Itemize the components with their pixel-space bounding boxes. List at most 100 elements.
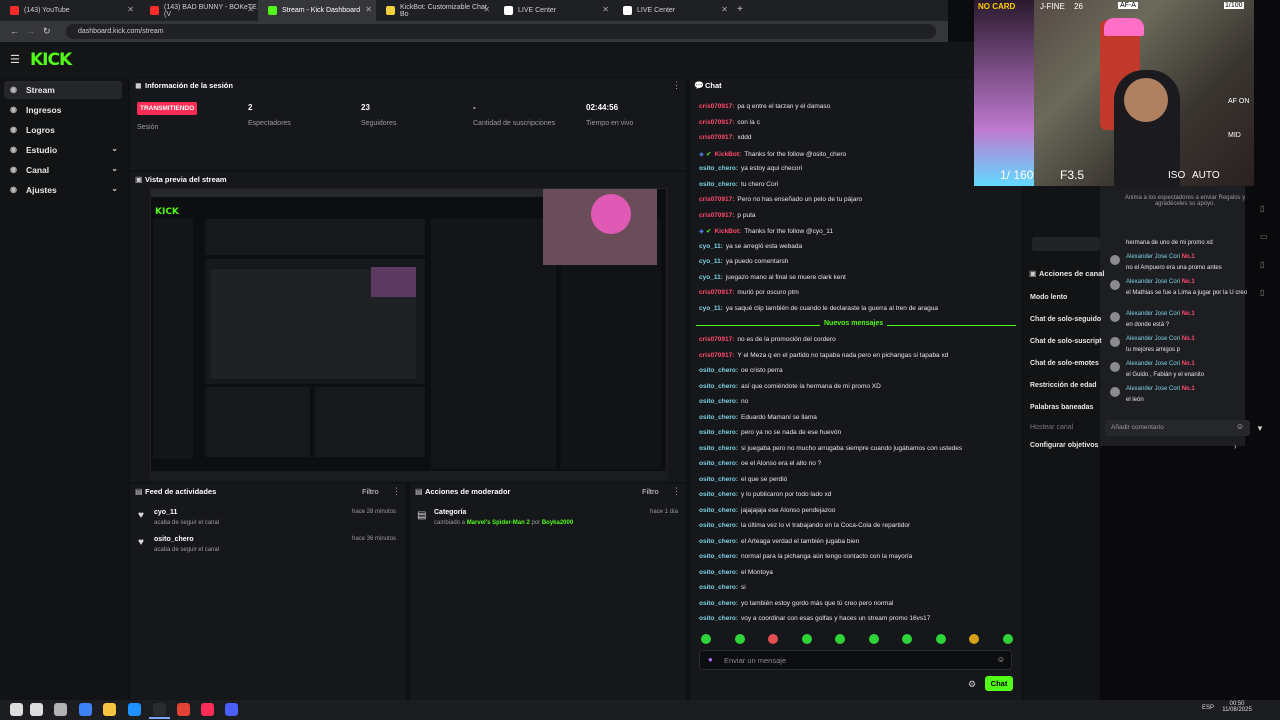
chat-username[interactable]: cyo_11: (699, 258, 723, 265)
emote-icon[interactable] (969, 634, 979, 644)
close-icon[interactable]: ✕ (721, 5, 728, 14)
emote-icon[interactable] (868, 634, 879, 644)
search-icon[interactable] (30, 703, 43, 716)
menu-icon[interactable]: ☰ (10, 53, 20, 66)
activity-user[interactable]: cyo_11 (154, 509, 177, 516)
chat-username[interactable]: osito_chero: (699, 398, 738, 405)
channel-action[interactable]: Palabras baneadas (1030, 404, 1093, 411)
chat-username[interactable]: cris070917: (699, 352, 734, 359)
emoji-icon[interactable]: ☺ (997, 655, 1005, 664)
emote-icon[interactable] (835, 634, 845, 644)
channel-action[interactable]: Modo lento (1030, 294, 1067, 301)
chat-username[interactable]: osito_chero: (699, 615, 738, 622)
sidebar-item-ingresos[interactable]: ◉ Ingresos (4, 101, 122, 119)
emote-icon[interactable] (701, 634, 711, 644)
sidebar-item-estudio[interactable]: ◉ Estudio ⌄ (4, 141, 122, 159)
url-input[interactable]: dashboard.kick.com/stream (66, 24, 936, 39)
emote-icon[interactable] (734, 634, 745, 644)
language-indicator[interactable]: ESP (1202, 705, 1214, 711)
close-icon[interactable]: ✕ (247, 5, 254, 14)
chat-username[interactable]: osito_chero: (699, 460, 738, 467)
new-tab-icon[interactable]: + (737, 4, 743, 15)
emote-icon[interactable] (801, 634, 812, 644)
chat-username[interactable]: osito_chero: (699, 476, 738, 483)
emote-icon[interactable] (768, 634, 778, 644)
overlay-user[interactable]: Alexander Jose Cori (1126, 254, 1180, 260)
overlay-user[interactable]: Alexander Jose Cori (1126, 279, 1180, 285)
mic-icon[interactable]: ● (708, 655, 713, 664)
chat-username[interactable]: osito_chero: (699, 491, 738, 498)
clock[interactable]: 00:50 11/08/2025 (1222, 701, 1252, 713)
chat-username[interactable]: osito_chero: (699, 553, 738, 560)
mod-filter-button[interactable]: Filtro (642, 487, 659, 496)
tool-icon[interactable]: ▯ (1260, 288, 1264, 297)
comment-input[interactable]: Añadir comentario ☺ (1105, 420, 1250, 436)
channel-action[interactable]: Configurar objetivos (1030, 442, 1098, 449)
chat-username[interactable]: cris070917: (699, 103, 734, 110)
chat-username[interactable]: cris070917: (699, 336, 734, 343)
chat-username[interactable]: cyo_11: (699, 274, 723, 281)
chat-username[interactable]: osito_chero: (699, 165, 738, 172)
activity-filter-button[interactable]: Filtro (362, 487, 379, 496)
back-icon[interactable]: ← (10, 26, 19, 36)
chat-username[interactable]: osito_chero: (699, 507, 738, 514)
reload-icon[interactable]: ↻ (43, 26, 51, 37)
channel-action[interactable]: Restricción de edad (1030, 382, 1097, 389)
chat-username[interactable]: osito_chero: (699, 569, 738, 576)
mod-action-user[interactable]: Boyka2000 (542, 520, 573, 526)
sidebar-item-stream[interactable]: ◉ Stream (4, 81, 122, 99)
chat-username[interactable]: osito_chero: (699, 584, 738, 591)
chat-username[interactable]: cris070917: (699, 119, 734, 126)
chat-username[interactable]: KickBot: (714, 228, 741, 235)
windows-icon[interactable] (10, 703, 23, 716)
more-icon[interactable]: ⋮ (672, 80, 681, 91)
chat-username[interactable]: osito_chero: (699, 429, 738, 436)
chat-username[interactable]: osito_chero: (699, 181, 738, 188)
channel-action[interactable]: Hostear canal (1030, 424, 1073, 431)
sidebar-item-ajustes[interactable]: ◉ Ajustes ⌄ (4, 181, 122, 199)
browser-tab[interactable]: Stream - Kick Dashboard ✕ (258, 0, 376, 21)
tiktok-icon[interactable] (201, 703, 214, 716)
task-view-icon[interactable] (54, 703, 67, 716)
chrome-icon[interactable] (153, 703, 166, 716)
outlook-icon[interactable] (128, 703, 141, 716)
chat-username[interactable]: cris070917: (699, 134, 734, 141)
close-icon[interactable]: ✕ (127, 5, 134, 14)
chat-username[interactable]: osito_chero: (699, 600, 738, 607)
chat-username[interactable]: cyo_11: (699, 243, 723, 250)
browser-tab[interactable]: LIVE Center ✕ (613, 0, 732, 21)
browser-tab[interactable]: (143) BAD BUNNY - BOKeTE (V ✕ (140, 0, 258, 21)
kick-logo[interactable]: KICK (30, 50, 72, 70)
mod-more-icon[interactable]: ⋮ (672, 486, 681, 497)
mod-action-game[interactable]: Marvel's Spider-Man 2 (467, 520, 530, 526)
emote-icon[interactable] (1002, 634, 1013, 644)
activity-more-icon[interactable]: ⋮ (392, 486, 401, 497)
send-arrow-icon[interactable]: ▼ (1256, 424, 1264, 433)
chat-username[interactable]: osito_chero: (699, 367, 738, 374)
tool-icon[interactable]: ▭ (1260, 232, 1268, 241)
chat-username[interactable]: KickBot: (714, 151, 741, 158)
chat-username[interactable]: osito_chero: (699, 383, 738, 390)
forward-icon[interactable]: → (26, 26, 35, 36)
chat-username[interactable]: osito_chero: (699, 538, 738, 545)
close-icon[interactable]: ✕ (602, 5, 609, 14)
app-icon[interactable] (225, 703, 238, 716)
overlay-user[interactable]: Alexander Jose Cori (1126, 361, 1180, 367)
chat-username[interactable]: osito_chero: (699, 414, 738, 421)
channel-action[interactable]: Chat de solo-emotes (1030, 360, 1099, 367)
chat-username[interactable]: osito_chero: (699, 522, 738, 529)
channel-action[interactable]: Chat de solo-seguido (1030, 316, 1101, 323)
activity-user[interactable]: osito_chero (154, 536, 194, 543)
emoji-icon[interactable]: ☺ (1236, 422, 1244, 431)
emote-icon[interactable] (902, 634, 912, 644)
stream-preview-video[interactable]: KICK (150, 188, 668, 481)
chat-settings-icon[interactable]: ⚙ (968, 679, 976, 690)
emote-icon[interactable] (935, 634, 946, 644)
tool-icon[interactable]: ▯ (1260, 260, 1264, 269)
overlay-user[interactable]: Alexander Jose Cori (1126, 311, 1180, 317)
chat-username[interactable]: cyo_11: (699, 305, 723, 312)
browser-tab[interactable]: (143) YouTube ✕ (0, 0, 138, 21)
close-icon[interactable]: ✕ (365, 5, 372, 14)
folder-icon[interactable] (103, 703, 116, 716)
obs-icon[interactable] (177, 703, 190, 716)
